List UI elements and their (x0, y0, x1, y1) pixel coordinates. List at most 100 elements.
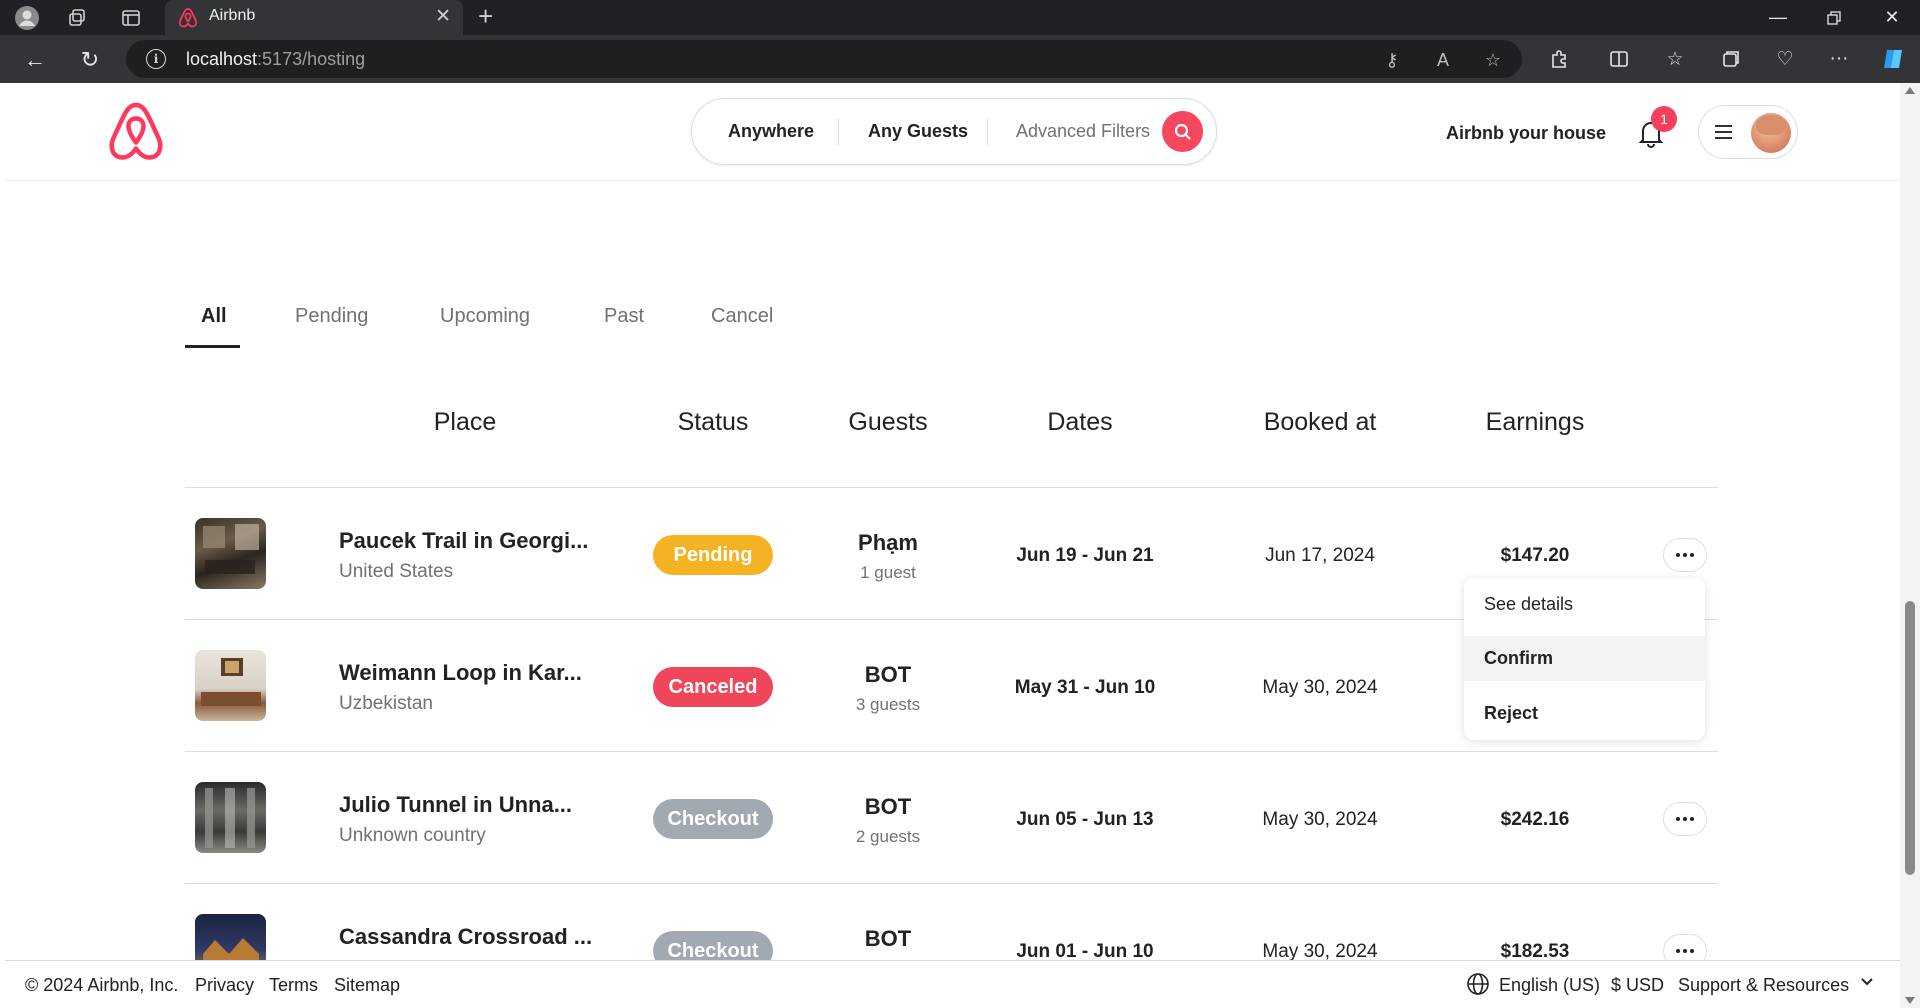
close-window-icon[interactable]: ✕ (1864, 0, 1920, 35)
browser-toolbar: ← ↻ i localhost:5173/hosting ⚷ A ☆ ☆ ♡ ·… (0, 35, 1920, 83)
row-divider (185, 883, 1718, 884)
menu-icon (1715, 125, 1732, 139)
more-options-button[interactable] (1663, 538, 1707, 572)
menu-item-see-details[interactable]: See details (1464, 582, 1705, 627)
place-title[interactable]: Cassandra Crossroad ... (339, 924, 592, 950)
site-info-icon[interactable]: i (146, 49, 166, 69)
place-title[interactable]: Weimann Loop in Kar... (339, 660, 582, 686)
user-menu-button[interactable] (1698, 105, 1798, 159)
place-country: Unknown country (339, 825, 486, 846)
search-bar[interactable]: Anywhere Any Guests Advanced Filters (691, 98, 1217, 165)
new-tab-icon[interactable]: + (478, 1, 493, 32)
row-actions-menu: See details Confirm Reject (1464, 578, 1705, 740)
notification-badge: 1 (1651, 106, 1677, 132)
site-header: Anywhere Any Guests Advanced Filters Air… (5, 83, 1900, 181)
guest-name: BOT (864, 794, 912, 819)
booking-dates: May 31 - Jun 10 (1014, 677, 1156, 698)
footer-link-privacy[interactable]: Privacy (195, 975, 254, 996)
favorite-star-icon[interactable]: ☆ (1481, 48, 1505, 72)
guest-count: 1 guest (860, 563, 916, 582)
place-thumbnail[interactable] (195, 650, 266, 721)
menu-item-reject[interactable]: Reject (1464, 691, 1705, 736)
place-country: Uzbekistan (339, 693, 433, 714)
url-text: localhost:5173/hosting (186, 49, 366, 69)
scroll-down-icon[interactable] (1905, 997, 1915, 1004)
place-thumbnail[interactable] (195, 518, 266, 589)
globe-icon[interactable] (1466, 972, 1490, 1001)
menu-item-confirm[interactable]: Confirm (1464, 636, 1705, 681)
minimize-icon[interactable]: — (1750, 0, 1806, 35)
anywhere-filter[interactable]: Anywhere (728, 121, 814, 142)
more-options-button[interactable] (1663, 802, 1707, 836)
place-title[interactable]: Julio Tunnel in Unna... (339, 792, 572, 818)
column-header-dates: Dates (1047, 408, 1113, 436)
tab-actions-icon[interactable] (118, 5, 144, 31)
tab-upcoming[interactable]: Upcoming (440, 305, 530, 328)
pill-divider (987, 119, 988, 145)
airbnb-your-house-link[interactable]: Airbnb your house (1446, 123, 1606, 144)
search-button[interactable] (1162, 111, 1203, 152)
guest-name: Phạm (858, 530, 918, 555)
reload-icon[interactable]: ↻ (75, 45, 105, 75)
tab-cancel[interactable]: Cancel (711, 305, 773, 328)
chevron-down-icon[interactable] (1859, 973, 1875, 994)
booked-at: May 30, 2024 (1262, 677, 1378, 698)
extensions-icon[interactable] (1546, 46, 1572, 72)
tab-title: Airbnb (209, 7, 256, 24)
favorites-icon[interactable]: ☆ (1662, 46, 1688, 72)
footer-link-sitemap[interactable]: Sitemap (334, 975, 400, 996)
advanced-filters[interactable]: Advanced Filters (1016, 121, 1150, 142)
browser-essentials-icon[interactable]: ♡ (1772, 46, 1798, 72)
footer-link-terms[interactable]: Terms (269, 975, 318, 996)
avatar (1751, 113, 1791, 153)
read-aloud-icon[interactable]: A (1431, 48, 1455, 72)
booking-dates: Jun 19 - Jun 21 (1016, 545, 1154, 566)
tab-past[interactable]: Past (604, 305, 644, 328)
back-icon[interactable]: ← (20, 45, 50, 75)
active-tab-indicator (185, 345, 240, 348)
guest-name: BOT (864, 662, 912, 687)
currency-selector[interactable]: $ USD (1611, 975, 1664, 996)
site-footer: © 2024 Airbnb, Inc. Privacy Terms Sitema… (5, 960, 1900, 1008)
settings-more-icon[interactable]: ··· (1826, 46, 1852, 72)
guest-count: 3 guests (855, 695, 921, 714)
split-screen-icon[interactable] (1606, 46, 1632, 72)
place-country: United States (339, 561, 454, 582)
workspaces-icon[interactable] (64, 5, 90, 31)
browser-tab[interactable]: Airbnb ✕ (165, 0, 463, 35)
column-header-booked-at: Booked at (1263, 408, 1377, 436)
scroll-up-icon[interactable] (1905, 87, 1915, 94)
close-tab-icon[interactable]: ✕ (435, 5, 451, 28)
address-bar[interactable]: i localhost:5173/hosting ⚷ A ☆ (126, 40, 1522, 78)
earnings: $147.20 (1500, 545, 1570, 566)
guests-filter[interactable]: Any Guests (868, 121, 968, 142)
status-badge: Canceled (653, 667, 773, 707)
profile-icon[interactable] (14, 5, 40, 31)
search-icon (1174, 123, 1191, 140)
tab-all[interactable]: All (201, 305, 227, 328)
booked-at: May 30, 2024 (1262, 809, 1378, 830)
column-header-status: Status (677, 408, 749, 436)
column-header-place: Place (433, 408, 497, 436)
copyright: © 2024 Airbnb, Inc. (25, 975, 179, 995)
page-scrollbar[interactable] (1900, 83, 1920, 1008)
status-badge: Pending (653, 535, 773, 575)
key-icon[interactable]: ⚷ (1380, 48, 1404, 72)
collections-icon[interactable] (1718, 46, 1744, 72)
booked-at: Jun 17, 2024 (1265, 545, 1375, 566)
browser-titlebar: Airbnb ✕ + — ✕ (0, 0, 1920, 35)
column-header-guests: Guests (848, 408, 928, 436)
copilot-icon[interactable] (1880, 46, 1906, 72)
support-resources-link[interactable]: Support & Resources (1678, 975, 1849, 996)
airbnb-logo-icon[interactable] (105, 99, 167, 170)
airbnb-favicon-icon (177, 7, 199, 34)
restore-icon[interactable] (1806, 0, 1862, 35)
scroll-thumb[interactable] (1905, 601, 1915, 875)
pill-divider (838, 119, 839, 145)
page: Anywhere Any Guests Advanced Filters Air… (5, 83, 1900, 1008)
tab-pending[interactable]: Pending (295, 305, 368, 328)
place-thumbnail[interactable] (195, 782, 266, 853)
language-selector[interactable]: English (US) (1499, 975, 1600, 996)
row-divider (185, 751, 1718, 752)
place-title[interactable]: Paucek Trail in Georgi... (339, 528, 588, 554)
